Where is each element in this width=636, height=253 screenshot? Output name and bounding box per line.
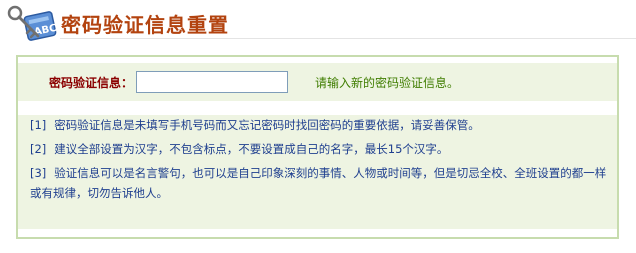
notes-section: [1] 密码验证信息是未填写手机号码而又忘记密码时找回密码的重要依据，请妥善保管。… <box>18 115 617 229</box>
note-text: 建议全部设置为汉字，不包含标点，不要设置成自己的名字，最长15个汉字。 <box>54 142 449 156</box>
input-row: 密码验证信息： 请输入新的密码验证信息。 <box>18 63 617 101</box>
note-item: [2] 建议全部设置为汉字，不包含标点，不要设置成自己的名字，最长15个汉字。 <box>30 139 610 159</box>
note-text: 密码验证信息是未填写手机号码而又忘记密码时找回密码的重要依据，请妥善保管。 <box>54 118 480 132</box>
reset-form-panel: 密码验证信息： 请输入新的密码验证信息。 [1] 密码验证信息是未填写手机号码而又… <box>16 55 619 239</box>
input-hint: 请输入新的密码验证信息。 <box>315 76 460 90</box>
page-header: ABC 密码验证信息重置 <box>0 0 636 44</box>
verification-info-input[interactable] <box>136 71 288 93</box>
note-number: [2] <box>30 142 47 156</box>
note-text: 验证信息可以是名言警句，也可以是自己印象深刻的事情、人物或时间等，但是切忌全校、… <box>30 166 607 200</box>
note-number: [3] <box>30 166 47 180</box>
note-item: [1] 密码验证信息是未填写手机号码而又忘记密码时找回密码的重要依据，请妥善保管。 <box>30 115 610 135</box>
key-and-card-icon: ABC <box>7 5 58 41</box>
note-item: [3] 验证信息可以是名言警句，也可以是自己印象深刻的事情、人物或时间等，但是切忌… <box>30 163 610 203</box>
title-divider <box>60 38 636 39</box>
note-number: [1] <box>30 118 47 132</box>
page-title: 密码验证信息重置 <box>61 13 229 37</box>
verification-info-label: 密码验证信息： <box>49 76 134 90</box>
